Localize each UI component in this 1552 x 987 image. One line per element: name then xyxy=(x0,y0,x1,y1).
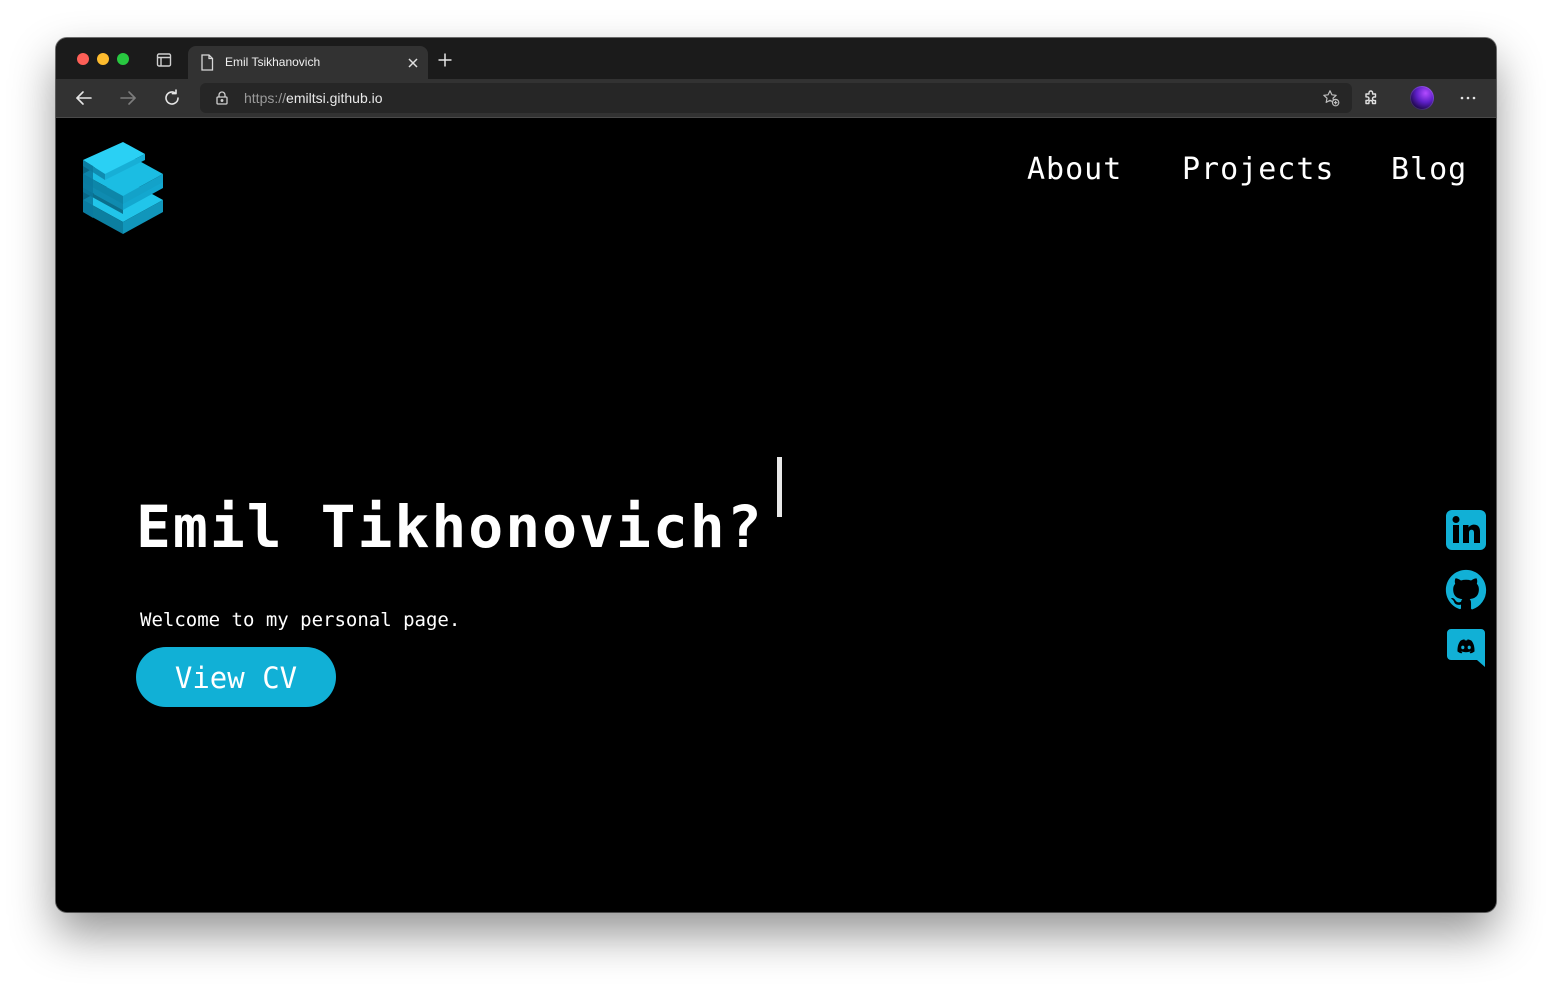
tab-active[interactable]: Emil Tsikhanovich xyxy=(188,46,428,79)
zoom-window-button[interactable] xyxy=(117,53,129,65)
add-favorite-icon[interactable] xyxy=(1322,89,1340,107)
view-cv-button[interactable]: View CV xyxy=(136,647,336,707)
reload-icon[interactable] xyxy=(163,89,181,107)
tab-strip: Emil Tsikhanovich xyxy=(56,38,1496,79)
close-window-button[interactable] xyxy=(77,53,89,65)
close-icon[interactable] xyxy=(407,56,419,68)
page-icon xyxy=(200,54,214,71)
nav-about-link[interactable]: About xyxy=(1027,152,1122,187)
forward-icon[interactable] xyxy=(119,89,137,107)
hero-title: Emil Tikhonovich? xyxy=(136,492,764,561)
extensions-icon[interactable] xyxy=(1362,89,1380,107)
browser-toolbar: https://emiltsi.github.io xyxy=(56,79,1496,118)
url-scheme: https:// xyxy=(244,90,287,106)
site-logo-icon[interactable] xyxy=(83,142,163,234)
url-host: emiltsi.github.io xyxy=(286,90,383,106)
url-text[interactable]: https://emiltsi.github.io xyxy=(244,90,383,106)
address-bar[interactable]: https://emiltsi.github.io xyxy=(200,83,1352,113)
more-options-icon[interactable] xyxy=(1459,89,1477,107)
linkedin-icon[interactable] xyxy=(1445,509,1487,551)
new-tab-icon[interactable] xyxy=(438,53,452,67)
web-page: About Projects Blog Emil Tikhonovich? We… xyxy=(56,118,1496,912)
tab-title: Emil Tsikhanovich xyxy=(225,55,321,69)
typing-cursor xyxy=(777,457,782,517)
nav-blog-link[interactable]: Blog xyxy=(1391,152,1467,187)
nav-projects-link[interactable]: Projects xyxy=(1182,152,1335,187)
hero-subtitle: Welcome to my personal page. xyxy=(140,609,461,631)
github-icon[interactable] xyxy=(1445,569,1487,611)
browser-window: Emil Tsikhanovich https://emiltsi.github… xyxy=(56,38,1496,912)
discord-icon[interactable] xyxy=(1445,627,1487,669)
minimize-window-button[interactable] xyxy=(97,53,109,65)
back-icon[interactable] xyxy=(75,89,93,107)
tab-actions-icon[interactable] xyxy=(156,52,172,68)
profile-avatar[interactable] xyxy=(1410,86,1434,110)
lock-icon[interactable] xyxy=(216,91,228,105)
